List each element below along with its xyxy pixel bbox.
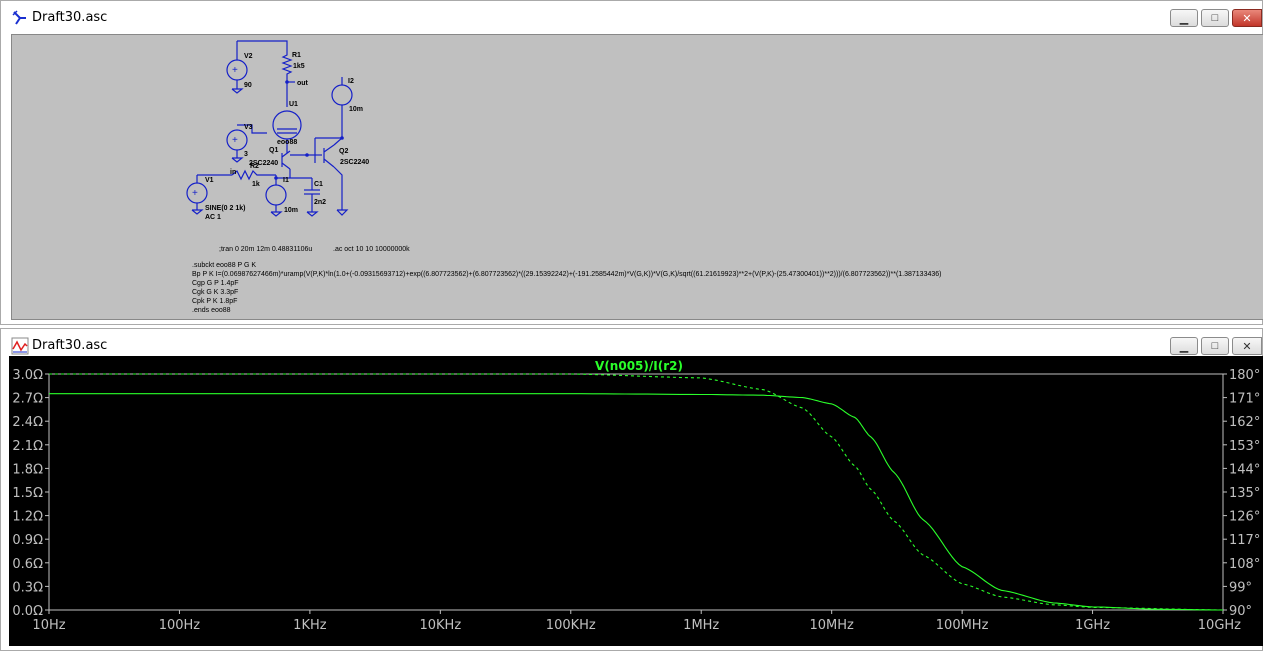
v2-value: 90 <box>244 82 252 89</box>
bode-plot[interactable]: V(n005)/I(r2) 3.0Ω 2.7Ω 2.4Ω 2.1Ω 1.8Ω 1.5Ω 1.… <box>9 356 1263 646</box>
x-tick-label: 100MHz <box>936 618 989 633</box>
y-left-tick-label: 1.2Ω <box>12 510 43 525</box>
magnitude-trace[interactable] <box>49 393 1223 611</box>
v2-name: V2 <box>244 53 253 60</box>
schematic-titlebar[interactable]: Draft30.asc ▁ □ ✕ <box>1 1 1262 33</box>
y-left-tick-label: 3.0Ω <box>12 368 43 383</box>
y-right-tick-label: 162° <box>1229 415 1260 430</box>
q1-name: Q1 <box>269 147 278 154</box>
trace-label[interactable]: V(n005)/I(r2) <box>595 359 683 373</box>
i1-value: 10m <box>284 207 298 214</box>
v3-name: V3 <box>244 124 253 131</box>
r1-value: 1k5 <box>293 63 305 70</box>
c1-value: 2n2 <box>314 199 326 206</box>
v1-value-sine: SINE(0 2 1k) <box>205 205 245 212</box>
i2-value: 10m <box>349 106 363 113</box>
plot-window-title: Draft30.asc <box>32 338 108 353</box>
v3-value: 3 <box>244 151 248 158</box>
schematic-window-title: Draft30.asc <box>32 10 108 25</box>
q2-value: 2SC2240 <box>340 159 369 166</box>
y-right-tick-label: 180° <box>1229 368 1260 383</box>
x-tick-label: 100KHz <box>546 618 596 633</box>
schematic-window[interactable]: Draft30.asc ▁ □ ✕ + + + V2 90 R1 1k5 out… <box>0 0 1263 325</box>
x-tick-label: 100Hz <box>159 618 201 633</box>
subckt-line-5: Cpk P K 1.8pF <box>192 298 237 305</box>
x-tick-label: 1MHz <box>683 618 719 633</box>
minimize-icon: ▁ <box>1179 340 1189 353</box>
x-tick-label: 10GHz <box>1198 618 1241 633</box>
y-right-tick-label: 99° <box>1229 580 1252 595</box>
r2-value: 1k <box>252 181 260 188</box>
x-tick-label: 1GHz <box>1075 618 1110 633</box>
y-left-tick-label: 0.9Ω <box>12 533 43 548</box>
i2-name: I2 <box>348 78 354 85</box>
close-icon: ✕ <box>1242 340 1252 353</box>
subckt-line-2: Bp P K I=(0.06987627466m)*uramp(V(P,K)*l… <box>192 271 941 278</box>
x-tick-label: 10KHz <box>419 618 461 633</box>
x-tick-label: 1KHz <box>293 618 327 633</box>
y-right-tick-label: 117° <box>1229 533 1260 548</box>
plot-maximize-button[interactable]: □ <box>1201 337 1229 355</box>
y-right-tick-label: 153° <box>1229 439 1260 454</box>
x-tick-label: 10MHz <box>809 618 854 633</box>
y-left-tick-label: 0.3Ω <box>12 580 43 595</box>
c1-name: C1 <box>314 181 323 188</box>
subckt-line-6: .ends eoo88 <box>192 307 231 314</box>
subckt-line-4: Cgk G K 3.3pF <box>192 289 238 296</box>
y-left-tick-label: 2.7Ω <box>12 392 43 407</box>
v1-value-ac: AC 1 <box>205 214 221 221</box>
y-left-tick-label: 0.0Ω <box>12 604 43 619</box>
y-right-tick-label: 171° <box>1229 392 1260 407</box>
x-tick-label: 10Hz <box>32 618 65 633</box>
out-label: out <box>297 80 309 87</box>
maximize-icon: □ <box>1211 12 1219 24</box>
maximize-button[interactable]: □ <box>1201 9 1229 27</box>
svg-text:+: + <box>232 65 238 76</box>
y-left-tick-label: 0.6Ω <box>12 557 43 572</box>
u1-name: U1 <box>289 101 298 108</box>
y-right-tick-label: 90° <box>1229 604 1252 619</box>
svg-text:+: + <box>192 188 198 199</box>
plot-minimize-button[interactable]: ▁ <box>1170 337 1198 355</box>
y-right-tick-label: 135° <box>1229 486 1260 501</box>
maximize-icon: □ <box>1211 340 1219 352</box>
minimize-button[interactable]: ▁ <box>1170 9 1198 27</box>
r2-name: R2 <box>250 163 259 170</box>
plot-frame <box>48 373 1224 611</box>
r1-name: R1 <box>292 52 301 59</box>
y-right-tick-label: 144° <box>1229 462 1260 477</box>
close-button[interactable]: ✕ <box>1232 9 1262 27</box>
schematic-canvas[interactable]: + + + V2 90 R1 1k5 out U1 eoo88 V3 3 Q1 … <box>11 34 1263 320</box>
minimize-icon: ▁ <box>1179 12 1189 25</box>
in-label: in <box>230 169 236 176</box>
y-left-tick-label: 1.8Ω <box>12 462 43 477</box>
schematic-drawing[interactable]: + + + V2 90 R1 1k5 out U1 eoo88 V3 3 Q1 … <box>12 35 1263 320</box>
y-right-tick-label: 126° <box>1229 510 1260 525</box>
v1-name: V1 <box>205 177 214 184</box>
close-icon: ✕ <box>1242 12 1252 25</box>
y-left-tick-label: 2.1Ω <box>12 439 43 454</box>
y-left-tick-label: 2.4Ω <box>12 415 43 430</box>
plot-window[interactable]: Draft30.asc ▁ □ ✕ V(n005)/I(r2) 3.0Ω 2.7Ω… <box>0 328 1263 651</box>
plot-canvas[interactable]: V(n005)/I(r2) 3.0Ω 2.7Ω 2.4Ω 2.1Ω 1.8Ω 1.5Ω 1.… <box>9 356 1263 646</box>
subckt-line-3: Cgp G P 1.4pF <box>192 280 239 287</box>
i1-name: I1 <box>283 177 289 184</box>
phase-trace[interactable] <box>49 373 1224 611</box>
svg-text:+: + <box>232 135 238 146</box>
ac-directive[interactable]: .ac oct 10 10 10000000k <box>333 246 410 253</box>
tran-directive[interactable]: ;tran 0 20m 12m 0.48831106u <box>219 246 312 253</box>
q2-name: Q2 <box>339 148 348 155</box>
schematic-icon <box>12 10 26 25</box>
plot-close-button[interactable]: ✕ <box>1232 337 1262 355</box>
waveform-icon <box>11 337 29 355</box>
subckt-line-1: .subckt eoo88 P G K <box>192 262 256 269</box>
y-right-tick-label: 108° <box>1229 557 1260 572</box>
u1-value: eoo88 <box>277 139 297 146</box>
y-left-tick-label: 1.5Ω <box>12 486 43 501</box>
